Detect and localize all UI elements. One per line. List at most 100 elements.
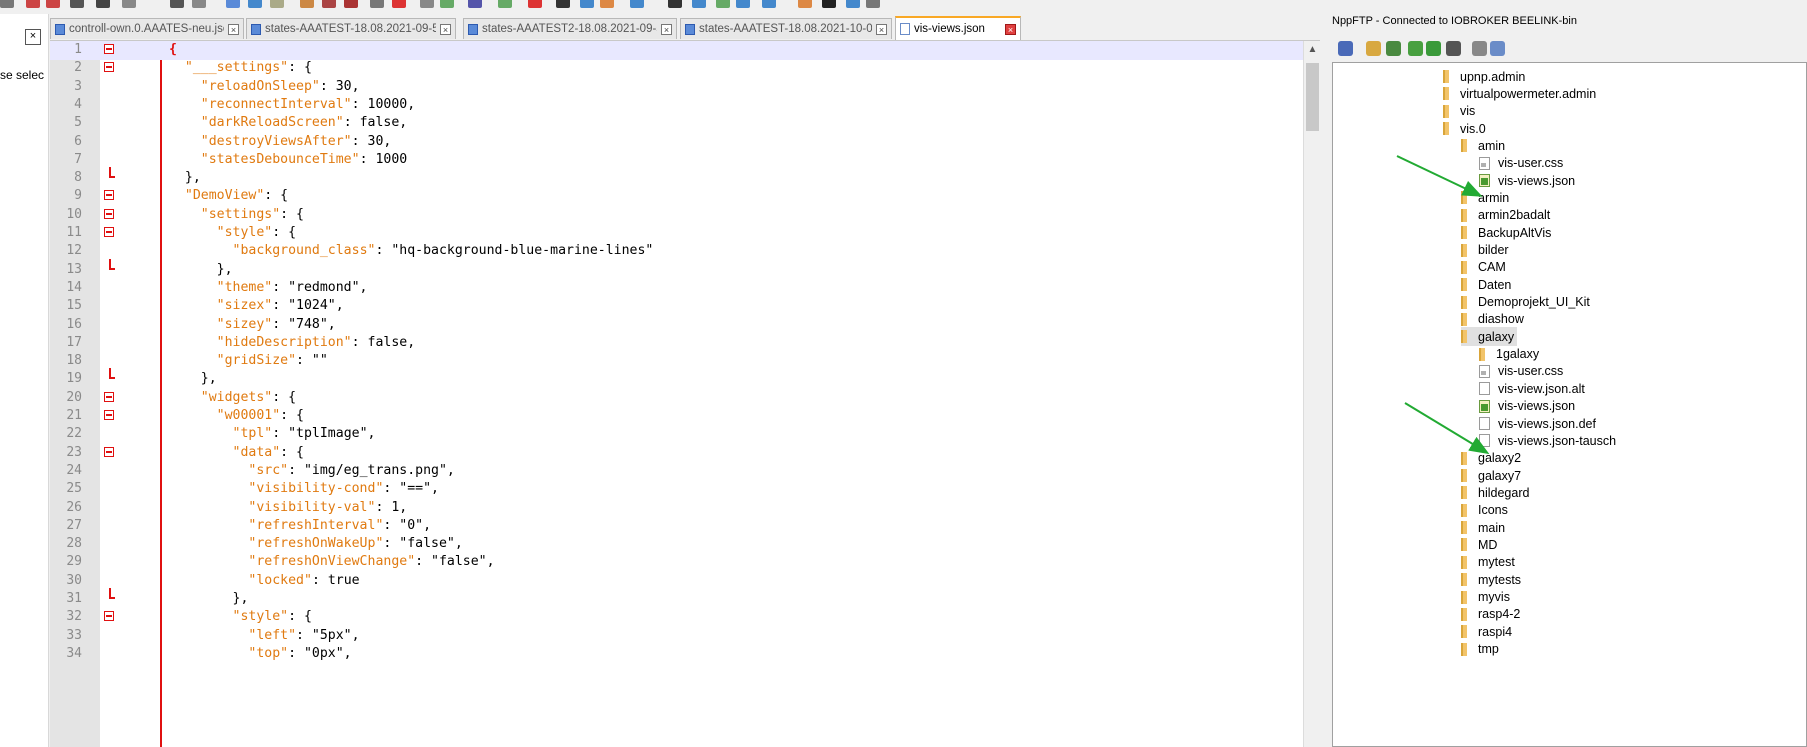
fold-toggle-icon[interactable] bbox=[104, 190, 114, 201]
tab-close-icon[interactable]: × bbox=[876, 23, 887, 35]
open-folder-icon[interactable] bbox=[1366, 41, 1381, 56]
abort-icon[interactable] bbox=[1446, 41, 1461, 56]
toolbar-button[interactable] bbox=[762, 0, 776, 8]
tab-close-icon[interactable]: × bbox=[440, 23, 451, 35]
fold-toggle-icon[interactable] bbox=[104, 611, 114, 622]
toolbar-button[interactable] bbox=[600, 0, 614, 8]
toolbar-button[interactable] bbox=[468, 0, 482, 8]
toolbar-button[interactable] bbox=[528, 0, 542, 8]
connect-icon[interactable] bbox=[1338, 41, 1353, 56]
tree-folder[interactable]: galaxy2 bbox=[1461, 449, 1521, 468]
tree-folder[interactable]: rasp4-2 bbox=[1461, 605, 1520, 624]
tree-folder[interactable]: amin bbox=[1461, 136, 1505, 155]
toolbar-button[interactable] bbox=[270, 0, 284, 8]
toolbar-button[interactable] bbox=[420, 0, 434, 8]
toolbar-button[interactable] bbox=[498, 0, 512, 8]
toolbar-button[interactable] bbox=[798, 0, 812, 8]
tree-folder[interactable]: armin bbox=[1461, 188, 1509, 207]
toolbar-button[interactable] bbox=[716, 0, 730, 8]
toolbar-button[interactable] bbox=[248, 0, 262, 8]
fold-toggle-icon[interactable] bbox=[104, 208, 114, 219]
tab-4[interactable]: states-AAATEST-18.08.2021-10-07-57.txt × bbox=[680, 18, 892, 39]
toolbar-button[interactable] bbox=[668, 0, 682, 8]
ftp-file-tree[interactable]: upnp.admin virtualpowermeter.admin vis vis.… bbox=[1332, 62, 1807, 747]
tree-folder[interactable]: tmp bbox=[1461, 640, 1499, 659]
editor-vertical-scrollbar[interactable]: ▲ bbox=[1303, 41, 1321, 747]
fold-toggle-icon[interactable] bbox=[104, 62, 114, 73]
toolbar-button[interactable] bbox=[370, 0, 384, 8]
tab-5[interactable]: vis-views.json × bbox=[895, 16, 1021, 40]
fold-toggle-icon[interactable] bbox=[104, 227, 114, 237]
tree-file[interactable]: vis-views.json bbox=[1479, 171, 1575, 190]
scrollbar-thumb[interactable] bbox=[1306, 63, 1319, 131]
toolbar-button[interactable] bbox=[322, 0, 336, 8]
toolbar-button[interactable] bbox=[736, 0, 750, 8]
toolbar-button[interactable] bbox=[96, 0, 110, 8]
scroll-up-icon[interactable]: ▲ bbox=[1304, 41, 1321, 58]
tree-file[interactable]: vis-views.json bbox=[1479, 397, 1575, 416]
tree-folder[interactable]: galaxy7 bbox=[1461, 466, 1521, 485]
code-area[interactable]: 1{2 "___settings": {3 "reloadOnSleep": 3… bbox=[50, 41, 1303, 747]
tab-2[interactable]: states-AAATEST-18.08.2021-09-56-02.txt × bbox=[246, 18, 456, 39]
tree-folder[interactable]: MD bbox=[1461, 535, 1497, 554]
toolbar-button[interactable] bbox=[556, 0, 570, 8]
tree-file[interactable]: vis-view.json.alt bbox=[1479, 379, 1585, 398]
toolbar-button[interactable] bbox=[26, 0, 40, 8]
toolbar-button[interactable] bbox=[70, 0, 84, 8]
tree-folder[interactable]: main bbox=[1461, 518, 1505, 537]
tree-folder[interactable]: Daten bbox=[1461, 275, 1511, 294]
tree-file[interactable]: vis-user.css bbox=[1479, 154, 1563, 173]
tree-folder[interactable]: vis bbox=[1443, 102, 1475, 121]
tab-close-icon[interactable]: × bbox=[1005, 23, 1016, 35]
window-icon[interactable] bbox=[1490, 41, 1505, 56]
tab-1[interactable]: controll-own.0.AAATES-neu.json × bbox=[50, 18, 244, 39]
toolbar-button[interactable] bbox=[822, 0, 836, 8]
fold-toggle-icon[interactable] bbox=[104, 391, 114, 402]
tree-folder[interactable]: raspi4 bbox=[1461, 622, 1512, 641]
toolbar-button[interactable] bbox=[226, 0, 240, 8]
close-panel-button[interactable]: × bbox=[25, 29, 41, 45]
tree-folder[interactable]: upnp.admin bbox=[1443, 67, 1525, 86]
toolbar-button[interactable] bbox=[170, 0, 184, 8]
toolbar-button[interactable] bbox=[392, 0, 406, 8]
tree-folder[interactable]: vis.0 bbox=[1443, 119, 1486, 138]
code-line[interactable]: 34 "top": "0px", bbox=[50, 643, 1303, 664]
toolbar-button[interactable] bbox=[122, 0, 136, 8]
toolbar-button[interactable] bbox=[580, 0, 594, 8]
tree-folder[interactable]: mytest bbox=[1461, 553, 1515, 572]
settings-icon[interactable] bbox=[1472, 41, 1487, 56]
fold-toggle-icon[interactable] bbox=[104, 446, 114, 457]
tree-folder[interactable]: CAM bbox=[1461, 258, 1506, 277]
tree-folder[interactable]: diashow bbox=[1461, 310, 1524, 329]
tree-folder[interactable]: Demoprojekt_UI_Kit bbox=[1461, 293, 1590, 312]
panel-splitter[interactable] bbox=[1320, 14, 1330, 747]
tree-folder[interactable]: Icons bbox=[1461, 501, 1508, 520]
tree-folder[interactable]: armin2badalt bbox=[1461, 206, 1550, 225]
toolbar-button[interactable] bbox=[300, 0, 314, 8]
tree-folder[interactable]: hildegard bbox=[1461, 483, 1529, 502]
tree-folder[interactable]: myvis bbox=[1461, 588, 1510, 607]
toolbar-button[interactable] bbox=[440, 0, 454, 8]
tree-folder[interactable]: bilder bbox=[1461, 241, 1509, 260]
upload-icon[interactable] bbox=[1408, 41, 1423, 56]
tree-folder[interactable]: 1galaxy bbox=[1479, 345, 1539, 364]
tree-folder[interactable]: virtualpowermeter.admin bbox=[1443, 84, 1596, 103]
download-icon[interactable] bbox=[1386, 41, 1401, 56]
tree-file[interactable]: vis-views.json-tausch bbox=[1479, 431, 1616, 450]
fold-toggle-icon[interactable] bbox=[104, 410, 114, 420]
tree-folder[interactable]: galaxy bbox=[1461, 327, 1518, 347]
tab-3[interactable]: states-AAATEST2-18.08.2021-09-56-02.txt × bbox=[463, 18, 677, 39]
toolbar-button[interactable] bbox=[46, 0, 60, 8]
tree-folder[interactable]: mytests bbox=[1461, 570, 1521, 589]
toolbar-button[interactable] bbox=[344, 0, 358, 8]
tab-close-icon[interactable]: × bbox=[661, 23, 672, 35]
toolbar-button[interactable] bbox=[866, 0, 880, 8]
tab-close-icon[interactable]: × bbox=[228, 23, 239, 35]
toolbar-button[interactable] bbox=[630, 0, 644, 8]
tree-file[interactable]: vis-views.json.def bbox=[1479, 414, 1596, 433]
code-editor[interactable]: 1{2 "___settings": {3 "reloadOnSleep": 3… bbox=[50, 41, 1320, 747]
fold-toggle-icon[interactable] bbox=[104, 44, 114, 54]
toolbar-button[interactable] bbox=[846, 0, 860, 8]
tree-file[interactable]: vis-user.css bbox=[1479, 362, 1563, 381]
toolbar-button[interactable] bbox=[692, 0, 706, 8]
